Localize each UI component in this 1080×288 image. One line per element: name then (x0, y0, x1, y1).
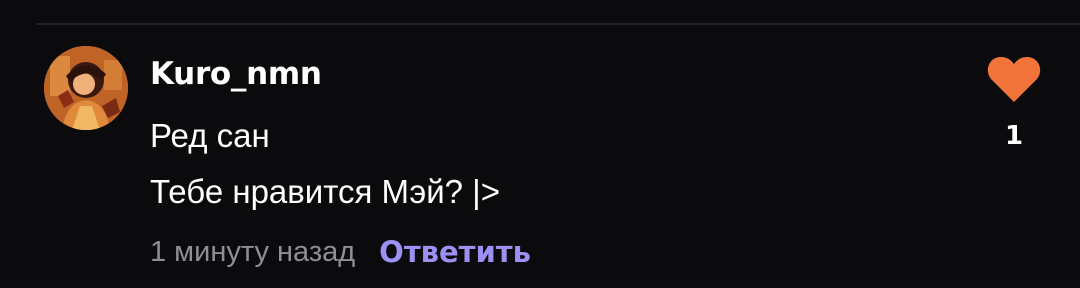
user-avatar-icon (44, 46, 128, 130)
avatar[interactable] (44, 46, 128, 130)
comment-author[interactable]: Kuro_nmn (150, 54, 322, 94)
comment-text-line: Ред сан (150, 117, 270, 154)
comment-text-line: Тебе нравится Мэй? |> (150, 173, 501, 210)
comment-meta: 1 минуту назад Ответить (150, 232, 531, 272)
like-count: 1 (1004, 121, 1024, 151)
comment-item: Kuro_nmn Ред сан Тебе нравится Мэй? |> 1… (0, 0, 1080, 288)
comment-timestamp: 1 минуту назад (150, 235, 356, 268)
like-button[interactable] (986, 54, 1042, 104)
heart-icon (987, 56, 1041, 102)
reply-button[interactable]: Ответить (379, 235, 531, 269)
